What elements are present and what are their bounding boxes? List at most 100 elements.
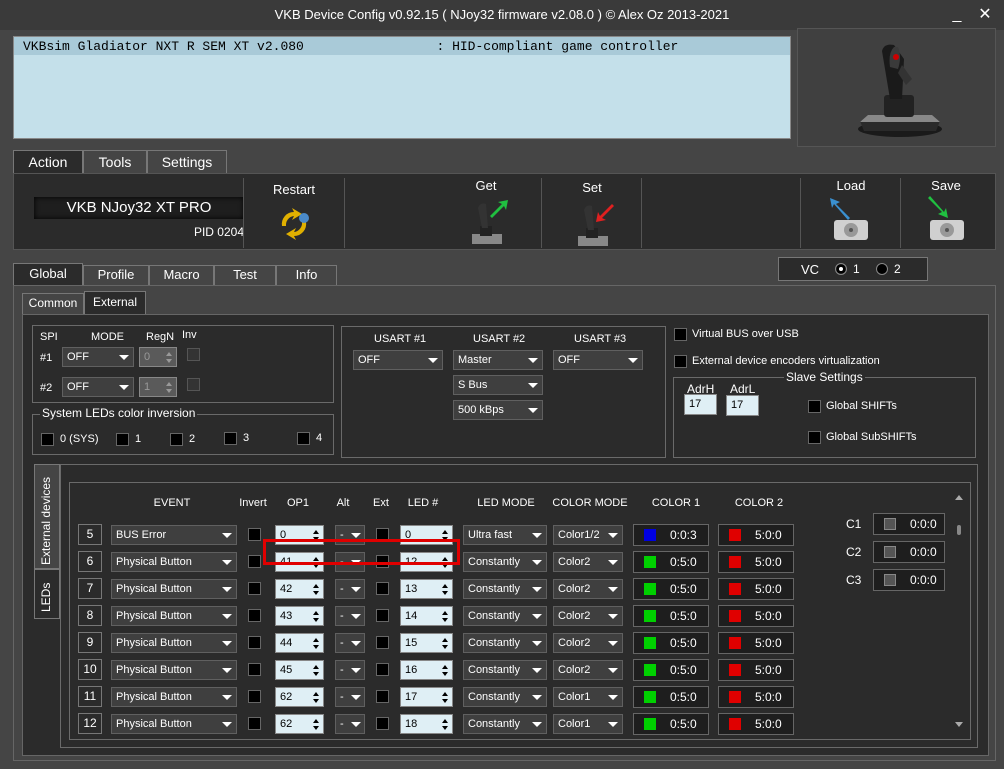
- ext-checkbox[interactable]: [376, 663, 389, 676]
- tab-external-devices[interactable]: External devices: [34, 464, 60, 569]
- usart3-dropdown[interactable]: OFF: [553, 350, 643, 370]
- color-mode-dropdown[interactable]: Color1: [553, 714, 623, 734]
- color2-picker[interactable]: 5:0:0: [718, 713, 794, 735]
- adrl-input[interactable]: 17: [726, 395, 759, 416]
- load-button[interactable]: [828, 196, 872, 242]
- led-stepper[interactable]: 14: [400, 606, 453, 626]
- tab-settings[interactable]: Settings: [147, 150, 227, 174]
- color1-picker[interactable]: 0:5:0: [633, 605, 709, 627]
- color-mode-dropdown[interactable]: Color1: [553, 687, 623, 707]
- led-mode-dropdown[interactable]: Constantly: [463, 633, 547, 653]
- encoders-checkbox[interactable]: [674, 355, 687, 368]
- invert-checkbox[interactable]: [248, 582, 261, 595]
- color1-picker[interactable]: 0:5:0: [633, 659, 709, 681]
- scroll-down-icon[interactable]: [955, 722, 963, 727]
- spi2-inv-checkbox[interactable]: [187, 378, 200, 391]
- scroll-up-icon[interactable]: [955, 495, 963, 500]
- spi2-mode-dropdown[interactable]: OFF: [62, 377, 134, 397]
- save-button[interactable]: [924, 196, 968, 242]
- alt-dropdown[interactable]: -: [335, 606, 365, 626]
- color2-picker[interactable]: 5:0:0: [718, 578, 794, 600]
- spi1-mode-dropdown[interactable]: OFF: [62, 347, 134, 367]
- event-dropdown[interactable]: BUS Error: [111, 525, 237, 545]
- led-mode-dropdown[interactable]: Constantly: [463, 660, 547, 680]
- vertical-scrollbar[interactable]: [950, 483, 970, 739]
- sysled-2-checkbox[interactable]: [170, 433, 183, 446]
- color-mode-dropdown[interactable]: Color1/2: [553, 525, 623, 545]
- color2-picker[interactable]: 5:0:0: [718, 605, 794, 627]
- tab-profile[interactable]: Profile: [83, 265, 149, 285]
- color2-picker[interactable]: 5:0:0: [718, 686, 794, 708]
- set-button[interactable]: [572, 198, 616, 248]
- led-mode-dropdown[interactable]: Constantly: [463, 714, 547, 734]
- color1-picker[interactable]: 0:0:3: [633, 524, 709, 546]
- tab-test[interactable]: Test: [214, 265, 276, 285]
- event-dropdown[interactable]: Physical Button: [111, 633, 237, 653]
- led-stepper[interactable]: 15: [400, 633, 453, 653]
- color1-picker[interactable]: 0:5:0: [633, 686, 709, 708]
- ext-checkbox[interactable]: [376, 609, 389, 622]
- ext-checkbox[interactable]: [376, 690, 389, 703]
- color-mode-dropdown[interactable]: Color2: [553, 633, 623, 653]
- spi2-regn-stepper[interactable]: 1: [139, 377, 177, 397]
- tab-macro[interactable]: Macro: [149, 265, 214, 285]
- event-dropdown[interactable]: Physical Button: [111, 606, 237, 626]
- usart1-dropdown[interactable]: OFF: [353, 350, 443, 370]
- tab-global[interactable]: Global: [13, 263, 83, 285]
- spi1-regn-stepper[interactable]: 0: [139, 347, 177, 367]
- led-stepper[interactable]: 18: [400, 714, 453, 734]
- spi1-inv-checkbox[interactable]: [187, 348, 200, 361]
- led-mode-dropdown[interactable]: Ultra fast: [463, 525, 547, 545]
- global-subshifts-checkbox[interactable]: [808, 431, 821, 444]
- event-dropdown[interactable]: Physical Button: [111, 579, 237, 599]
- invert-checkbox[interactable]: [248, 690, 261, 703]
- tab-tools[interactable]: Tools: [83, 150, 147, 174]
- event-dropdown[interactable]: Physical Button: [111, 552, 237, 572]
- usart2-bus-dropdown[interactable]: S Bus: [453, 375, 543, 395]
- color2-picker[interactable]: 5:0:0: [718, 524, 794, 546]
- color-mode-dropdown[interactable]: Color2: [553, 660, 623, 680]
- color1-picker[interactable]: 0:5:0: [633, 551, 709, 573]
- tab-leds[interactable]: LEDs: [34, 569, 60, 619]
- led-mode-dropdown[interactable]: Constantly: [463, 579, 547, 599]
- op1-stepper[interactable]: 43: [275, 606, 324, 626]
- color-mode-dropdown[interactable]: Color2: [553, 579, 623, 599]
- color2-picker[interactable]: 5:0:0: [718, 659, 794, 681]
- alt-dropdown[interactable]: -: [335, 579, 365, 599]
- alt-dropdown[interactable]: -: [335, 660, 365, 680]
- sysled-3-checkbox[interactable]: [224, 432, 237, 445]
- tab-info[interactable]: Info: [276, 265, 337, 285]
- get-button[interactable]: [466, 196, 510, 246]
- invert-checkbox[interactable]: [248, 609, 261, 622]
- led-mode-dropdown[interactable]: Constantly: [463, 606, 547, 626]
- color-mode-dropdown[interactable]: Color2: [553, 552, 623, 572]
- op1-stepper[interactable]: 45: [275, 660, 324, 680]
- vc-radio-1[interactable]: [835, 263, 847, 275]
- tab-common[interactable]: Common: [22, 293, 84, 314]
- event-dropdown[interactable]: Physical Button: [111, 660, 237, 680]
- c3-color[interactable]: 0:0:0: [873, 569, 945, 591]
- alt-dropdown[interactable]: -: [335, 687, 365, 707]
- invert-checkbox[interactable]: [248, 528, 261, 541]
- color-mode-dropdown[interactable]: Color2: [553, 606, 623, 626]
- ext-checkbox[interactable]: [376, 636, 389, 649]
- event-dropdown[interactable]: Physical Button: [111, 714, 237, 734]
- alt-dropdown[interactable]: -: [335, 633, 365, 653]
- c2-color[interactable]: 0:0:0: [873, 541, 945, 563]
- adrh-input[interactable]: 17: [684, 394, 717, 415]
- invert-checkbox[interactable]: [248, 717, 261, 730]
- invert-checkbox[interactable]: [248, 663, 261, 676]
- invert-checkbox[interactable]: [248, 555, 261, 568]
- color1-picker[interactable]: 0:5:0: [633, 632, 709, 654]
- close-button[interactable]: ✕: [972, 4, 998, 26]
- sysled-0-checkbox[interactable]: [41, 433, 54, 446]
- restart-button[interactable]: [274, 204, 314, 244]
- ext-checkbox[interactable]: [376, 582, 389, 595]
- device-list-row[interactable]: VKBsim Gladiator NXT R SEM XT v2.080 : H…: [14, 37, 790, 55]
- color2-picker[interactable]: 5:0:0: [718, 632, 794, 654]
- tab-action[interactable]: Action: [13, 150, 83, 174]
- op1-stepper[interactable]: 44: [275, 633, 324, 653]
- device-list[interactable]: VKBsim Gladiator NXT R SEM XT v2.080 : H…: [13, 36, 791, 139]
- sysled-4-checkbox[interactable]: [297, 432, 310, 445]
- led-mode-dropdown[interactable]: Constantly: [463, 552, 547, 572]
